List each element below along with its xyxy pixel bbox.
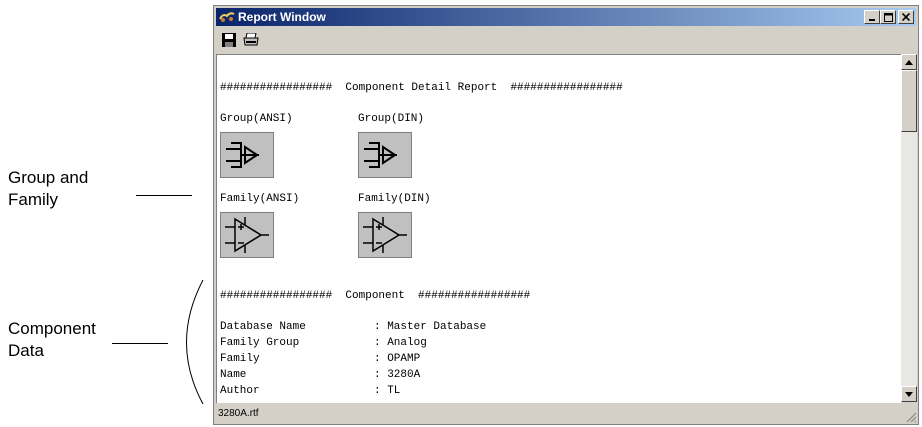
field-value-author: : TL [374, 385, 401, 397]
callout-line-1: Component [8, 319, 96, 338]
report-window-icon [219, 10, 235, 24]
scroll-down-button[interactable] [901, 386, 917, 402]
minimize-button[interactable] [864, 10, 880, 24]
print-button[interactable] [242, 31, 260, 49]
symbol-label-family-din: Family(DIN) [358, 193, 431, 205]
report-content[interactable]: ################# Component Detail Repor… [216, 54, 901, 403]
save-icon [222, 33, 236, 47]
close-button[interactable] [898, 10, 914, 24]
report-window: Report Window ################# Componen… [213, 5, 919, 425]
component-data-callout: Component Data [8, 318, 96, 362]
field-key-family: Family [220, 353, 260, 365]
scroll-up-button[interactable] [901, 54, 917, 70]
family-ansi-symbol-icon [220, 212, 274, 258]
field-key-author: Author [220, 385, 260, 397]
toolbar [216, 29, 916, 51]
window-controls [864, 10, 914, 24]
maximize-button[interactable] [880, 10, 896, 24]
group-and-family-callout: Group and Family [8, 167, 88, 211]
report-header: ################# Component Detail Repor… [220, 82, 623, 94]
component-data-leader-line [112, 343, 168, 344]
family-din-symbol-icon [358, 212, 412, 258]
field-key-family-group: Family Group [220, 337, 300, 349]
vertical-scrollbar[interactable] [901, 54, 917, 402]
field-value-name: : 3280A [374, 369, 421, 381]
minimize-icon [869, 19, 875, 21]
title-bar[interactable]: Report Window [216, 8, 916, 26]
callout-line-2: Family [8, 190, 59, 209]
status-bar: 3280A.rtf [216, 404, 916, 422]
close-icon [902, 13, 910, 21]
save-button[interactable] [220, 31, 238, 49]
callout-line-1: Group and [8, 168, 89, 187]
field-key-name: Name [220, 369, 247, 381]
field-value-family: : OPAMP [374, 353, 421, 365]
print-icon [243, 33, 259, 46]
symbol-label-group-din: Group(DIN) [358, 113, 425, 125]
field-value-database-name: : Master Database [374, 321, 487, 333]
component-section-header: ################# Component ############… [220, 290, 531, 302]
scroll-thumb[interactable] [901, 70, 917, 132]
group-din-symbol-icon [358, 132, 412, 178]
maximize-icon [883, 12, 893, 22]
status-filename: 3280A.rtf [218, 407, 259, 419]
field-key-database-name: Database Name [220, 321, 306, 333]
field-value-family-group: : Analog [374, 337, 427, 349]
symbol-label-family-ansi: Family(ANSI) [220, 193, 300, 205]
symbol-label-group-ansi: Group(ANSI) [220, 113, 293, 125]
window-title: Report Window [238, 10, 326, 24]
component-data-bracket [186, 280, 204, 405]
group-ansi-symbol-icon [220, 132, 274, 178]
down-arrow-icon [905, 391, 913, 397]
up-arrow-icon [905, 59, 913, 65]
group-family-leader-line [136, 195, 192, 196]
callout-line-2: Data [8, 341, 44, 360]
resize-grip-icon[interactable] [905, 411, 917, 423]
